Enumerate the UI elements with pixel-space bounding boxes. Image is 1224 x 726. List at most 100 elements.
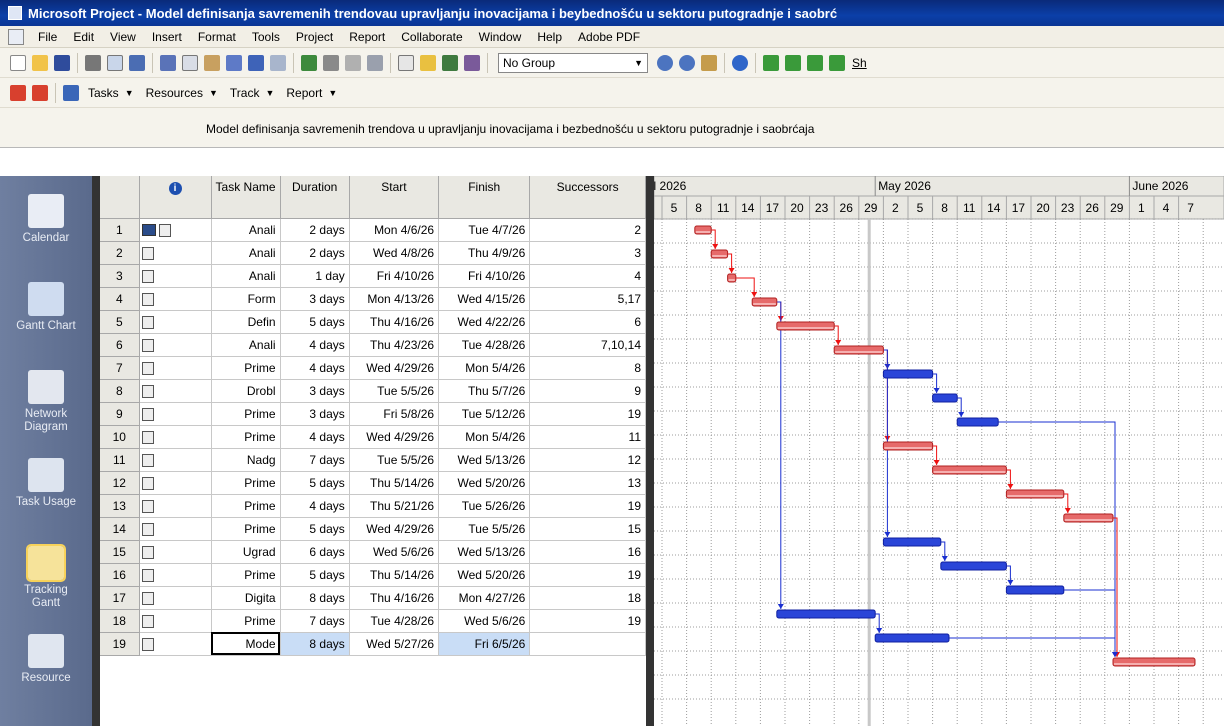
- convert-pdf-icon[interactable]: [32, 84, 48, 101]
- indicator-cell[interactable]: [139, 218, 212, 242]
- save-icon[interactable]: [54, 54, 70, 71]
- indicator-cell[interactable]: [139, 494, 212, 518]
- successors-cell[interactable]: 9: [529, 379, 646, 403]
- duration-cell[interactable]: 3 days: [280, 287, 350, 311]
- view-network-diagram[interactable]: Network Diagram: [0, 360, 92, 448]
- print-preview-icon[interactable]: [107, 54, 123, 71]
- finish-cell[interactable]: Mon 5/4/26: [438, 425, 531, 449]
- task-name-cell[interactable]: Form: [211, 287, 281, 311]
- duration-cell[interactable]: 3 days: [280, 379, 350, 403]
- successors-cell[interactable]: 3: [529, 241, 646, 265]
- row-id[interactable]: 10: [100, 425, 140, 449]
- project-guide-icon[interactable]: [63, 84, 79, 101]
- duration-cell[interactable]: 2 days: [280, 218, 350, 242]
- start-cell[interactable]: Fri 4/10/26: [349, 264, 440, 288]
- successors-cell[interactable]: 16: [529, 540, 646, 564]
- duration-cell[interactable]: 8 days: [280, 632, 350, 656]
- successors-cell[interactable]: 18: [529, 586, 646, 610]
- duration-cell[interactable]: 5 days: [280, 563, 350, 587]
- start-cell[interactable]: Thu 5/14/26: [349, 471, 440, 495]
- finish-cell[interactable]: Mon 4/27/26: [438, 586, 531, 610]
- plus-icon[interactable]: [807, 54, 823, 71]
- view-bar-divider[interactable]: [92, 176, 100, 726]
- print-icon[interactable]: [85, 54, 101, 71]
- table-row[interactable]: 8 Drobl 3 days Tue 5/5/26 Thu 5/7/26 9: [100, 379, 646, 403]
- finish-cell[interactable]: Tue 5/5/26: [438, 517, 531, 541]
- table-row[interactable]: 14 Prime 5 days Wed 4/29/26 Tue 5/5/26 15: [100, 517, 646, 541]
- start-cell[interactable]: Thu 4/23/26: [349, 333, 440, 357]
- unlink-tasks-icon[interactable]: [345, 54, 361, 71]
- duration-cell[interactable]: 7 days: [280, 448, 350, 472]
- spelling-icon[interactable]: [129, 54, 145, 71]
- minus-icon[interactable]: [829, 54, 845, 71]
- document-icon[interactable]: [8, 28, 24, 45]
- row-id[interactable]: 13: [100, 494, 140, 518]
- indicator-cell[interactable]: [139, 402, 212, 426]
- successors-cell[interactable]: 12: [529, 448, 646, 472]
- table-row[interactable]: 12 Prime 5 days Thu 5/14/26 Wed 5/20/26 13: [100, 471, 646, 495]
- task-name-cell[interactable]: Prime: [211, 471, 281, 495]
- task-bar[interactable]: [882, 537, 942, 547]
- duration-cell[interactable]: 3 days: [280, 402, 350, 426]
- start-cell[interactable]: Wed 4/29/26: [349, 425, 440, 449]
- start-cell[interactable]: Fri 5/8/26: [349, 402, 440, 426]
- row-id[interactable]: 4: [100, 287, 140, 311]
- finish-cell[interactable]: Wed 5/20/26: [438, 471, 531, 495]
- row-id[interactable]: 9: [100, 402, 140, 426]
- gantt-divider[interactable]: [646, 176, 654, 726]
- table-row[interactable]: 19 Mode 8 days Wed 5/27/26 Fri 6/5/26: [100, 632, 646, 656]
- successors-cell[interactable]: 6: [529, 310, 646, 334]
- table-row[interactable]: 5 Defin 5 days Thu 4/16/26 Wed 4/22/26 6: [100, 310, 646, 334]
- menu-format[interactable]: Format: [190, 30, 244, 44]
- indicator-cell[interactable]: [139, 586, 212, 610]
- finish-cell[interactable]: Mon 5/4/26: [438, 356, 531, 380]
- finish-cell[interactable]: Wed 4/15/26: [438, 287, 531, 311]
- row-id[interactable]: 19: [100, 632, 140, 656]
- format-painter-icon[interactable]: [226, 54, 242, 71]
- duration-cell[interactable]: 4 days: [280, 494, 350, 518]
- row-id[interactable]: 17: [100, 586, 140, 610]
- finish-cell[interactable]: Wed 5/6/26: [438, 609, 531, 633]
- duration-cell[interactable]: 5 days: [280, 517, 350, 541]
- view-tracking-gantt[interactable]: Tracking Gantt: [0, 536, 92, 624]
- link-tasks-icon[interactable]: [323, 54, 339, 71]
- task-name-cell[interactable]: Prime: [211, 609, 281, 633]
- indicator-cell[interactable]: [139, 517, 212, 541]
- row-id[interactable]: 1: [100, 218, 140, 242]
- redo-icon[interactable]: [270, 54, 286, 71]
- paste-icon[interactable]: [204, 54, 220, 71]
- guide-track-button[interactable]: Track ▼: [224, 82, 280, 104]
- finish-cell[interactable]: Thu 4/9/26: [438, 241, 531, 265]
- task-name-cell[interactable]: Prime: [211, 517, 281, 541]
- menu-tools[interactable]: Tools: [244, 30, 288, 44]
- task-name-cell[interactable]: Prime: [211, 494, 281, 518]
- indicators-header[interactable]: i: [139, 176, 212, 219]
- group-by-dropdown[interactable]: No Group ▼: [498, 52, 648, 73]
- help-icon[interactable]: [732, 54, 748, 71]
- duration-cell[interactable]: 4 days: [280, 333, 350, 357]
- task-notes-icon[interactable]: [420, 54, 436, 71]
- guide-resources-button[interactable]: Resources ▼: [140, 82, 224, 104]
- task-bar[interactable]: [932, 393, 958, 403]
- table-row[interactable]: 13 Prime 4 days Thu 5/21/26 Tue 5/26/26 19: [100, 494, 646, 518]
- task-name-cell[interactable]: Mode: [211, 632, 281, 656]
- split-task-icon[interactable]: [367, 54, 383, 71]
- table-row[interactable]: 4 Form 3 days Mon 4/13/26 Wed 4/15/26 5,17: [100, 287, 646, 311]
- start-cell[interactable]: Wed 4/8/26: [349, 241, 440, 265]
- successors-cell[interactable]: 19: [529, 563, 646, 587]
- table-row[interactable]: 15 Ugrad 6 days Wed 5/6/26 Wed 5/13/26 16: [100, 540, 646, 564]
- table-row[interactable]: 3 Anali 1 day Fri 4/10/26 Fri 4/10/26 4: [100, 264, 646, 288]
- arrow-right-icon[interactable]: [785, 54, 801, 71]
- start-cell[interactable]: Wed 5/6/26: [349, 540, 440, 564]
- start-cell[interactable]: Mon 4/6/26: [349, 218, 440, 242]
- row-id[interactable]: 15: [100, 540, 140, 564]
- successors-cell[interactable]: 7,10,14: [529, 333, 646, 357]
- start-cell[interactable]: Tue 4/28/26: [349, 609, 440, 633]
- view-gantt-chart[interactable]: Gantt Chart: [0, 272, 92, 360]
- menu-collaborate[interactable]: Collaborate: [393, 30, 470, 44]
- start-cell[interactable]: Thu 5/14/26: [349, 563, 440, 587]
- finish-cell[interactable]: Tue 5/26/26: [438, 494, 531, 518]
- task-name-cell[interactable]: Prime: [211, 563, 281, 587]
- indicator-cell[interactable]: [139, 632, 212, 656]
- menu-file[interactable]: File: [30, 30, 65, 44]
